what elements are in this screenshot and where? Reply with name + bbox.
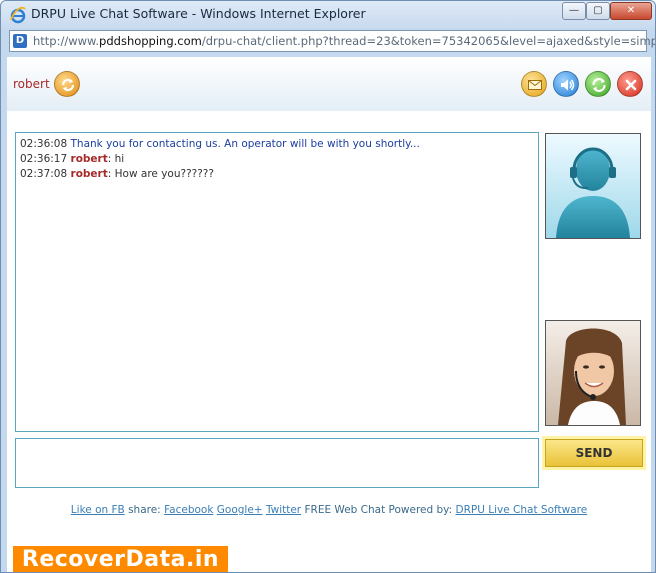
browser-window: DRPU Live Chat Software - Windows Intern…	[0, 0, 656, 573]
footer: Like on FB share: Facebook Google+ Twitt…	[7, 504, 651, 516]
chat-page: robert 02:36:08 Thank you for contacting…	[7, 57, 651, 572]
url-domain: pddshopping.com	[99, 34, 202, 48]
operator-avatar	[545, 133, 641, 239]
switch-icon[interactable]	[585, 71, 611, 97]
message-text: hi	[114, 153, 125, 165]
message-time: 02:36:08	[20, 138, 68, 150]
message-text: Thank you for contacting us. An operator…	[70, 138, 420, 150]
close-window-button[interactable]: ✕	[610, 2, 652, 20]
url-path: /drpu-chat/client.php?thread=23&token=75…	[201, 34, 656, 48]
chat-header: robert	[7, 57, 651, 111]
chat-log[interactable]: 02:36:08 Thank you for contacting us. An…	[15, 132, 539, 432]
customer-avatar	[545, 320, 641, 426]
customer-photo-icon	[558, 328, 626, 425]
send-button[interactable]: SEND	[545, 439, 643, 467]
recoverdata-watermark: RecoverData.in	[13, 546, 228, 572]
share-label: share:	[128, 504, 161, 516]
facebook-link[interactable]: Facebook	[164, 504, 213, 516]
message-time: 02:37:08	[20, 168, 68, 180]
site-favicon-icon: D	[13, 34, 27, 48]
operator-silhouette-icon	[556, 147, 630, 238]
minimize-button[interactable]: —	[562, 2, 586, 20]
message-time: 02:36:17	[20, 153, 68, 165]
like-on-fb-link[interactable]: Like on FB	[71, 504, 125, 516]
sound-icon[interactable]	[553, 71, 579, 97]
window-title: DRPU Live Chat Software - Windows Intern…	[31, 6, 366, 21]
message-text: How are you??????	[114, 168, 214, 180]
message-sender: robert	[70, 168, 108, 180]
google-plus-link[interactable]: Google+	[217, 504, 263, 516]
refresh-icon[interactable]	[54, 71, 80, 97]
drpu-link[interactable]: DRPU Live Chat Software	[456, 504, 588, 516]
chat-message: 02:37:08 robert: How are you??????	[20, 168, 214, 180]
username-label: robert	[13, 77, 50, 91]
twitter-link[interactable]: Twitter	[266, 504, 301, 516]
powered-by-label: FREE Web Chat Powered by:	[304, 504, 453, 516]
message-sender: robert	[70, 153, 108, 165]
ie-icon	[10, 6, 26, 24]
send-button-highlight: SEND	[542, 436, 646, 470]
maximize-button[interactable]: ▢	[586, 2, 610, 20]
mail-icon[interactable]	[521, 71, 547, 97]
message-input[interactable]	[15, 438, 539, 488]
url-text[interactable]: http://www.pddshopping.com/drpu-chat/cli…	[33, 34, 656, 48]
title-bar: DRPU Live Chat Software - Windows Intern…	[1, 1, 655, 29]
chat-message: 02:36:17 robert: hi	[20, 153, 125, 165]
chat-message: 02:36:08 Thank you for contacting us. An…	[20, 137, 534, 152]
url-prefix: http://www.	[33, 34, 100, 48]
close-icon[interactable]	[617, 71, 643, 97]
address-bar[interactable]: D http://www.pddshopping.com/drpu-chat/c…	[9, 30, 655, 52]
